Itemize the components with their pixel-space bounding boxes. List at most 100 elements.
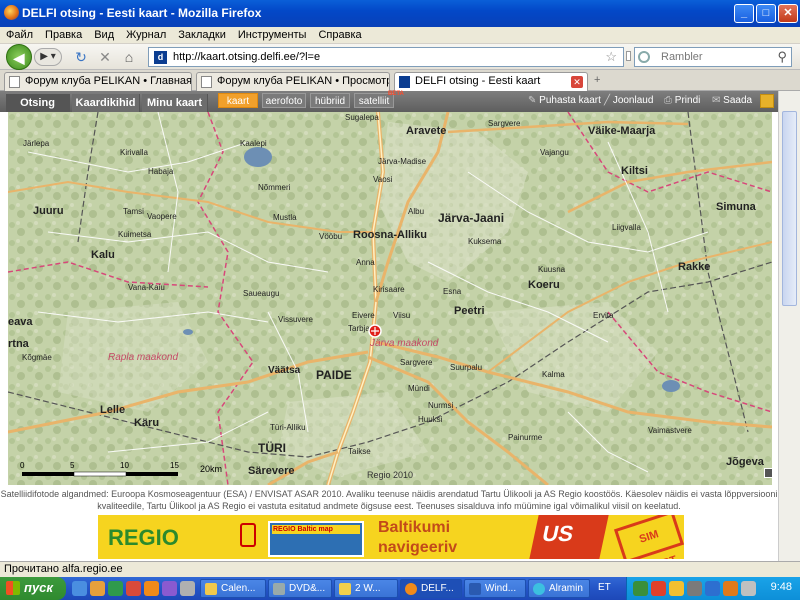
scale-tick: 0 (20, 461, 25, 470)
url-text: http://kaart.otsing.delfi.ee/?l=e (173, 51, 321, 63)
map-label: Rakke (678, 261, 710, 273)
map-label: Kuimetsa (118, 230, 152, 239)
map-label: Vööbu (319, 232, 342, 241)
map-label: Kirisaare (373, 285, 405, 294)
quicklaunch-ie-icon[interactable] (108, 581, 123, 596)
search-placeholder: Rambler (661, 51, 703, 63)
tray-icon-3[interactable] (669, 581, 684, 596)
taskbar-dvd[interactable]: DVD&... (268, 579, 332, 598)
site-toolbar: Otsing Kaardikihid Minu kaart kaart aero… (0, 91, 778, 112)
taskbar-alramin[interactable]: Alramin (528, 579, 590, 598)
tab-delfi-map[interactable]: DELFI otsing - Eesti kaart ✕ (394, 72, 588, 91)
maptype-hubriid[interactable]: hübriid (310, 93, 350, 108)
map-label: Kiltsi (621, 165, 648, 177)
taskbar-delfi[interactable]: DELF... (400, 579, 462, 598)
navigation-toolbar: ◀ ▶ ▾ ↻ ✕ ⌂ d http://kaart.otsing.delfi.… (0, 44, 800, 70)
quicklaunch-app-icon[interactable] (162, 581, 177, 596)
search-box[interactable]: Rambler ⚲ (634, 47, 792, 67)
map-label: PAIDE (316, 368, 352, 382)
quicklaunch-desktop-icon[interactable] (72, 581, 87, 596)
taskbar: пуск Calen... DVD&... 2 W... DELF... Win… (0, 577, 800, 600)
tab-pelikan-topic[interactable]: Форум клуба PELIKAN • Просмотр тем... (196, 72, 390, 91)
taskbar-windows[interactable]: Wind... (464, 579, 526, 598)
map-label: Türi-Alliku (270, 423, 306, 432)
menu-file[interactable]: Файл (0, 28, 39, 41)
tray-icon-5[interactable] (705, 581, 720, 596)
print-button[interactable]: ⎙ Prindi (664, 95, 700, 106)
menu-view[interactable]: Вид (88, 28, 120, 41)
quicklaunch-media-icon[interactable] (126, 581, 141, 596)
page-icon (9, 76, 20, 88)
menu-edit[interactable]: Правка (39, 28, 88, 41)
quicklaunch-more-icon[interactable] (180, 581, 195, 596)
map-label: Vaosi (373, 175, 393, 184)
start-button[interactable]: пуск (0, 577, 66, 600)
banner-line1: Baltikumi (378, 519, 451, 536)
clear-map-button[interactable]: ✎ Puhasta kaart (528, 95, 601, 106)
map-label: Aravete (406, 125, 446, 137)
map-caption: Satelliidifotode algandmed: Euroopa Kosm… (0, 489, 778, 511)
system-tray: 9:48 (626, 577, 800, 600)
maximize-button[interactable]: □ (756, 4, 776, 23)
volume-icon[interactable] (741, 581, 756, 596)
map-label: Järva-Madise (378, 157, 427, 166)
new-tab-button[interactable]: + (594, 74, 600, 86)
resize-grip-icon[interactable] (764, 468, 772, 478)
language-indicator[interactable]: ET (598, 582, 611, 593)
regio-banner[interactable]: REGIO REGIO Baltic map Baltikumi navigee… (98, 515, 684, 559)
send-button[interactable]: ✉ Saada (712, 95, 752, 106)
back-button[interactable]: ◀ (6, 44, 32, 70)
bookmark-star-icon[interactable]: ☆ (605, 49, 617, 65)
close-window-button[interactable]: ✕ (778, 4, 798, 23)
map-label: Mustla (273, 213, 297, 222)
minimize-button[interactable]: _ (734, 4, 754, 23)
map-label: Sargvere (400, 358, 433, 367)
tray-icon-1[interactable] (633, 581, 648, 596)
banner-map-box: REGIO Baltic map (268, 521, 364, 557)
reload-icon[interactable]: ↻ (70, 46, 92, 68)
tab-kaardikihid[interactable]: Kaardikihid (72, 94, 140, 112)
map-view[interactable]: Aravete Väike-Maarja Sargvere Sugalepa J… (8, 112, 772, 485)
home-icon[interactable]: ⌂ (118, 46, 140, 68)
tab-otsing[interactable]: Otsing (6, 94, 70, 112)
page-icon (201, 76, 212, 88)
map-label: rtna (8, 338, 30, 350)
tray-icon-2[interactable] (651, 581, 666, 596)
menu-bookmarks[interactable]: Закладки (172, 28, 232, 41)
map-label: Jõgeva (726, 456, 765, 468)
quicklaunch-folder-icon[interactable] (90, 581, 105, 596)
forward-button[interactable]: ▶ ▾ (34, 48, 62, 66)
taskbar-windows-group[interactable]: 2 W... (334, 579, 398, 598)
stop-icon[interactable]: ✕ (94, 46, 116, 68)
map-label: Taikse (348, 447, 371, 456)
grippy-icon (626, 51, 631, 61)
menu-tools[interactable]: Инструменты (232, 28, 313, 41)
menu-history[interactable]: Журнал (120, 28, 172, 41)
map-label: Koeru (528, 279, 560, 291)
search-icon[interactable]: ⚲ (777, 49, 787, 65)
map-label: Vaimastvere (648, 426, 692, 435)
map-label: Mündi (408, 384, 430, 393)
taskbar-calendar[interactable]: Calen... (200, 579, 266, 598)
search-engine-icon[interactable] (638, 51, 650, 63)
tab-minu-kaart[interactable]: Minu kaart (142, 94, 208, 112)
close-tab-icon[interactable]: ✕ (571, 76, 583, 88)
tray-icon-6[interactable] (723, 581, 738, 596)
maptype-aerofoto[interactable]: aerofoto (262, 93, 306, 108)
ruler-button[interactable]: ╱ Joonlaud (604, 95, 653, 106)
page-scrollbar[interactable] (778, 91, 800, 561)
location-marker-icon[interactable] (368, 324, 382, 338)
fullscreen-icon[interactable] (760, 94, 774, 108)
scrollbar-thumb[interactable] (782, 111, 797, 306)
menu-help[interactable]: Справка (312, 28, 367, 41)
maptype-kaart[interactable]: kaart (218, 93, 258, 108)
tray-icon-4[interactable] (687, 581, 702, 596)
banner-stamp: SIM KAART (613, 515, 684, 559)
quicklaunch-firefox-icon[interactable] (144, 581, 159, 596)
tab-pelikan-main[interactable]: Форум клуба PELIKAN • Главная стра... (4, 72, 192, 91)
map-label: Roosna-Alliku (353, 229, 427, 241)
address-bar[interactable]: d http://kaart.otsing.delfi.ee/?l=e ☆ (148, 47, 624, 67)
map-label: Tamsi (123, 207, 144, 216)
map-label: Kirivalla (120, 148, 149, 157)
map-label: Anna (356, 258, 375, 267)
